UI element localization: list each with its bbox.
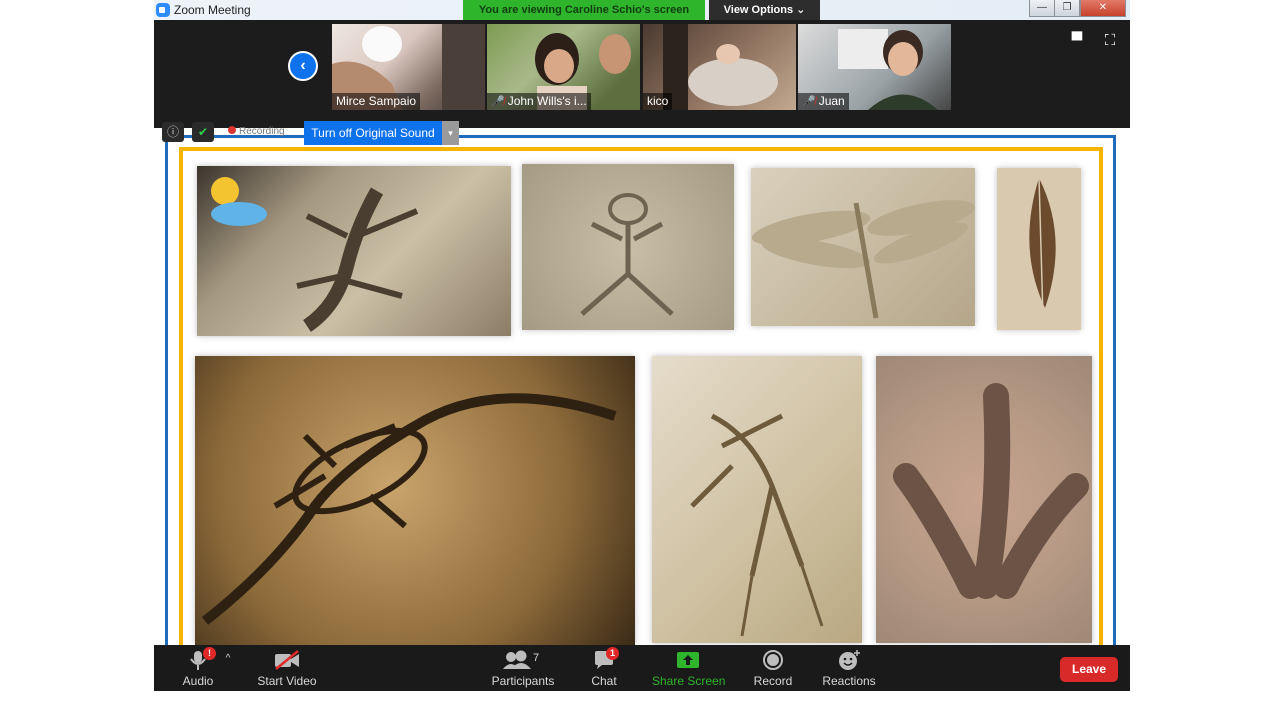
dragonfly-fossil-image (751, 200, 975, 319)
share-screen-label: Share Screen (652, 674, 726, 688)
record-label: Record (753, 674, 793, 688)
close-button[interactable]: ✕ (1080, 0, 1126, 17)
zoom-logo-icon (156, 3, 170, 17)
participant-strip: ‹ Mirce Sampaio 🎤̸ John Wills's i... kic… (154, 20, 1130, 128)
participant-tile[interactable]: 🎤̸ John Wills's i... (487, 24, 640, 110)
start-video-label: Start Video (257, 674, 317, 688)
microphone-icon: ! (176, 647, 220, 671)
shared-screen (154, 128, 1130, 667)
audio-warning-badge: ! (203, 647, 216, 660)
share-screen-icon (652, 649, 724, 671)
dinosaur-footprint-image (893, 383, 1089, 599)
participant-name: Mirce Sampaio (332, 93, 421, 110)
participant-tile[interactable]: kico (643, 24, 796, 110)
frog-fossil-photo (522, 164, 734, 330)
leaf-fossil-photo (997, 168, 1081, 330)
zoom-window: Zoom Meeting You are viewing Caroline Sc… (154, 0, 1130, 691)
meeting-toolbar: ! Audio ^ Start Video 7 Participants 1 C… (154, 645, 1130, 691)
share-screen-button[interactable]: Share Screen (652, 649, 726, 689)
fullscreen-icon[interactable]: ⛶ (1102, 33, 1118, 48)
maximize-button[interactable]: ❐ (1054, 0, 1080, 17)
video-off-icon (252, 649, 322, 671)
meeting-info-icon[interactable]: ⓘ (162, 122, 184, 142)
plesiosaur-fossil-photo (195, 356, 635, 645)
gallery-layout-icon[interactable]: ▀ (1069, 33, 1085, 48)
leave-button[interactable]: Leave (1060, 657, 1118, 682)
footprint-fossil-photo (876, 356, 1092, 643)
participant-tile[interactable]: Mirce Sampaio (332, 24, 485, 110)
record-icon (752, 649, 794, 671)
dragonfly-fossil-photo (751, 168, 975, 326)
chat-unread-badge: 1 (606, 647, 619, 660)
participant-tile[interactable]: 🎤̸ Juan (798, 24, 951, 110)
original-sound-dropdown-button[interactable]: ▾ (442, 121, 459, 145)
leaf-fossil-image (1029, 177, 1056, 319)
title-bar: Zoom Meeting You are viewing Caroline Sc… (154, 0, 1130, 20)
archaeopteryx-fossil-photo (652, 356, 862, 643)
recording-indicator: Recording (228, 126, 285, 137)
participants-count: 7 (533, 652, 539, 664)
chat-icon: 1 (586, 647, 622, 671)
participants-icon: 7 (490, 649, 556, 671)
muted-mic-icon: 🎤̸ (802, 96, 816, 108)
viewing-screen-banner: You are viewing Caroline Schio's screen (463, 0, 705, 20)
participant-name: 🎤̸ John Wills's i... (487, 93, 591, 110)
previous-page-button[interactable]: ‹ (288, 51, 318, 81)
chat-label: Chat (591, 674, 617, 688)
audio-label: Audio (182, 674, 214, 688)
participants-label: Participants (491, 674, 555, 688)
minimize-button[interactable]: — (1029, 0, 1055, 17)
participant-name: kico (643, 93, 673, 110)
sun-logo-icon (211, 177, 239, 205)
turn-off-original-sound-button[interactable]: Turn off Original Sound (304, 121, 442, 145)
plesiosaur-fossil-image (201, 393, 617, 625)
audio-button[interactable]: ! Audio (176, 647, 220, 689)
chat-button[interactable]: 1 Chat (586, 647, 622, 689)
frog-fossil-image (580, 193, 674, 316)
record-dot-icon (228, 126, 236, 134)
participants-button[interactable]: 7 Participants (490, 649, 556, 689)
archaeopteryx-fossil-image (690, 413, 824, 637)
view-options-button[interactable]: View Options ⌄ (709, 0, 820, 20)
smiley-icon (822, 649, 876, 671)
reptile-fossil-image (211, 177, 419, 332)
participant-name: 🎤̸ Juan (798, 93, 849, 110)
start-video-button[interactable]: Start Video (252, 649, 322, 689)
reactions-label: Reactions (822, 674, 876, 688)
window-title: Zoom Meeting (174, 3, 251, 17)
reptile-fossil-photo (197, 166, 511, 336)
audio-options-caret[interactable]: ^ (222, 653, 234, 691)
security-shield-icon[interactable]: ✔ (192, 122, 214, 142)
muted-mic-icon: 🎤̸ (491, 96, 505, 108)
record-button[interactable]: Record (752, 649, 794, 689)
reactions-button[interactable]: Reactions (822, 649, 876, 689)
